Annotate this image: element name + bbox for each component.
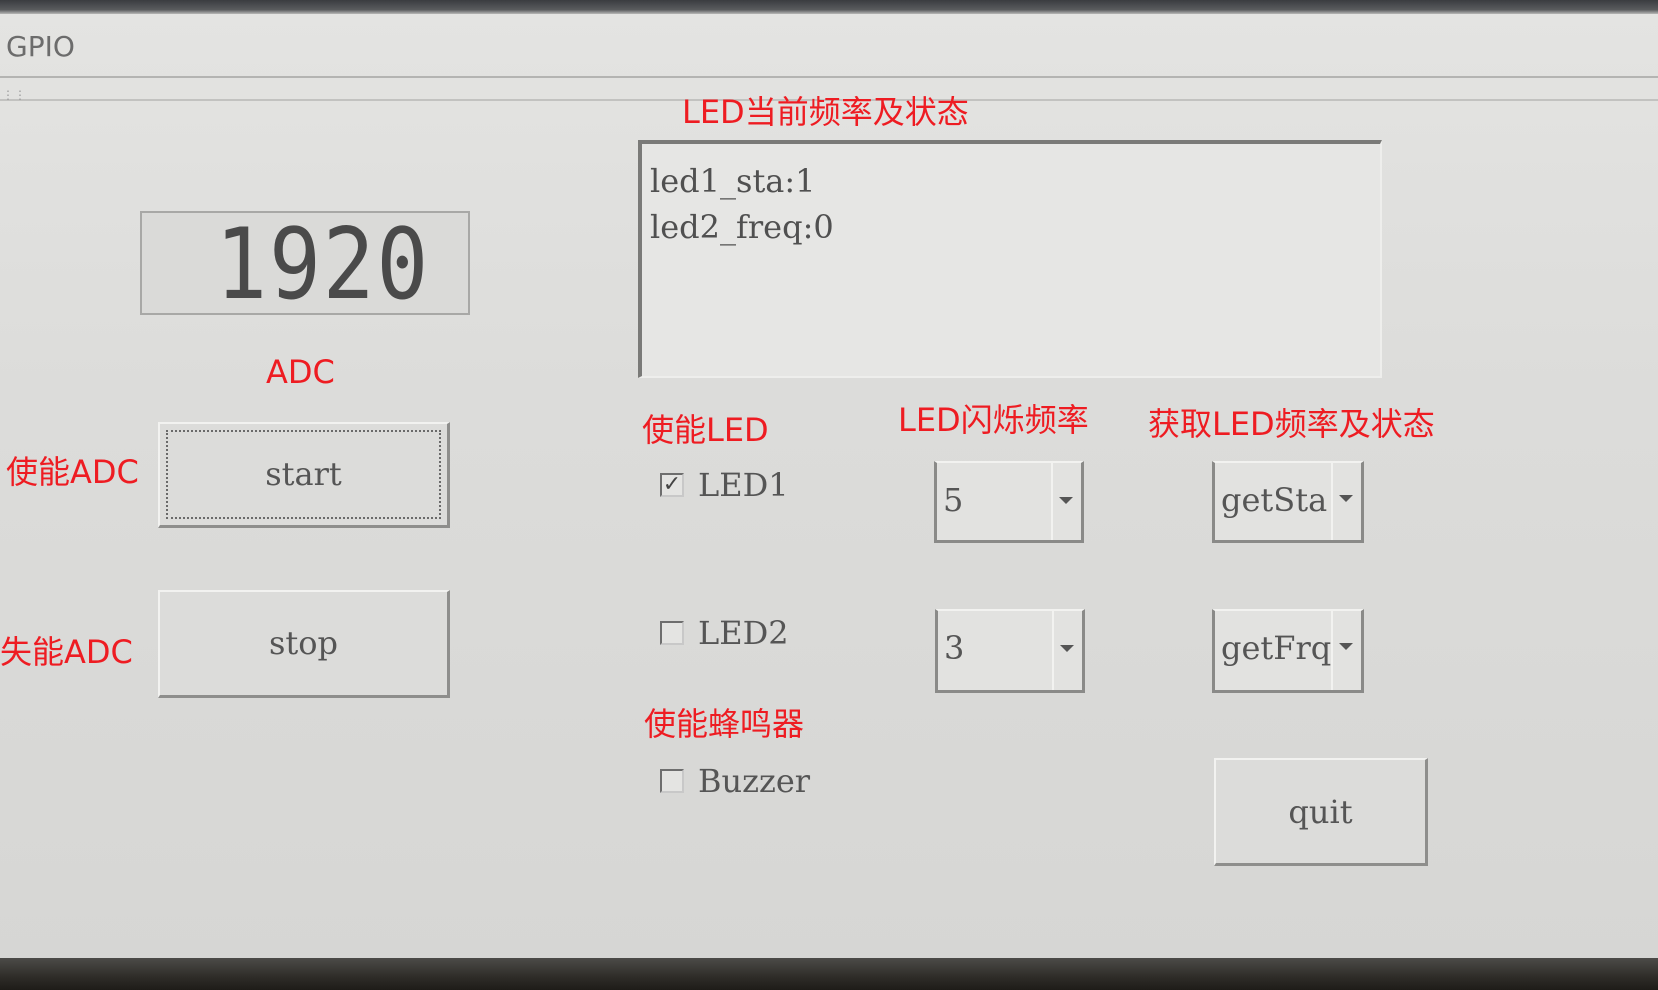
top-bezel: [0, 0, 1658, 14]
buzzer-checkbox[interactable]: Buzzer: [660, 762, 810, 800]
get-frequency-combo[interactable]: getFrq: [1212, 609, 1364, 693]
window-title: GPIO: [6, 30, 75, 63]
chevron-down-icon: [1059, 497, 1073, 504]
led1-label: LED1: [698, 466, 789, 504]
annotation-get-led-freq-status: 获取LED频率及状态: [1148, 405, 1435, 443]
start-button[interactable]: start: [158, 422, 450, 528]
led2-label: LED2: [698, 614, 789, 652]
title-separator: [0, 76, 1658, 78]
start-button-label: start: [265, 455, 342, 493]
led-status-textbox[interactable]: led1_sta:1 led2_freq:0: [638, 140, 1382, 378]
led2-checkbox[interactable]: LED2: [660, 614, 789, 652]
status-line: led2_freq:0: [650, 208, 834, 246]
chevron-down-icon: [1339, 495, 1353, 502]
buzzer-label: Buzzer: [698, 762, 811, 800]
combo-dropdown-button[interactable]: [1051, 463, 1081, 540]
combo-value: 3: [944, 629, 965, 667]
toolbar-grip-icon: ⋮⋮: [2, 88, 26, 102]
annotation-led-status-heading: LED当前频率及状态: [682, 93, 969, 131]
annotation-led-blink-freq: LED闪烁频率: [898, 401, 1089, 439]
status-line: led1_sta:1: [650, 162, 816, 200]
quit-button[interactable]: quit: [1214, 758, 1428, 866]
combo-dropdown-button[interactable]: [1052, 611, 1082, 690]
stop-button[interactable]: stop: [158, 590, 450, 698]
check-mark-icon: ✓: [662, 472, 682, 497]
stop-button-label: stop: [268, 624, 339, 662]
chevron-down-icon: [1339, 643, 1353, 650]
combo-value: 5: [943, 481, 964, 519]
bottom-bezel: [0, 958, 1658, 990]
led2-frequency-combo[interactable]: 3: [935, 609, 1085, 693]
led1-checkbox[interactable]: ✓ LED1: [660, 466, 789, 504]
get-status-combo[interactable]: getSta: [1212, 461, 1364, 543]
chevron-down-icon: [1060, 645, 1074, 652]
checkbox-box: [660, 621, 684, 645]
led1-frequency-combo[interactable]: 5: [934, 461, 1084, 543]
combo-value: getFrq: [1221, 629, 1332, 667]
adc-lcd-display: 1920: [140, 208, 470, 322]
quit-button-label: quit: [1288, 793, 1353, 831]
combo-dropdown-button[interactable]: [1331, 611, 1361, 690]
annotation-enable-adc: 使能ADC: [6, 453, 139, 491]
combo-value: getSta: [1221, 481, 1328, 519]
checkbox-box: ✓: [660, 473, 684, 497]
annotation-enable-buzzer: 使能蜂鸣器: [644, 705, 805, 743]
checkbox-box: [660, 769, 684, 793]
annotation-disable-adc: 失能ADC: [0, 633, 133, 671]
screen: GPIO ⋮⋮ LED当前频率及状态 ADC 使能ADC 失能ADC 使能LED…: [0, 0, 1658, 990]
adc-value: 1920: [215, 208, 430, 322]
annotation-enable-led: 使能LED: [642, 411, 769, 449]
combo-dropdown-button[interactable]: [1331, 463, 1361, 540]
annotation-adc-label: ADC: [266, 353, 335, 391]
